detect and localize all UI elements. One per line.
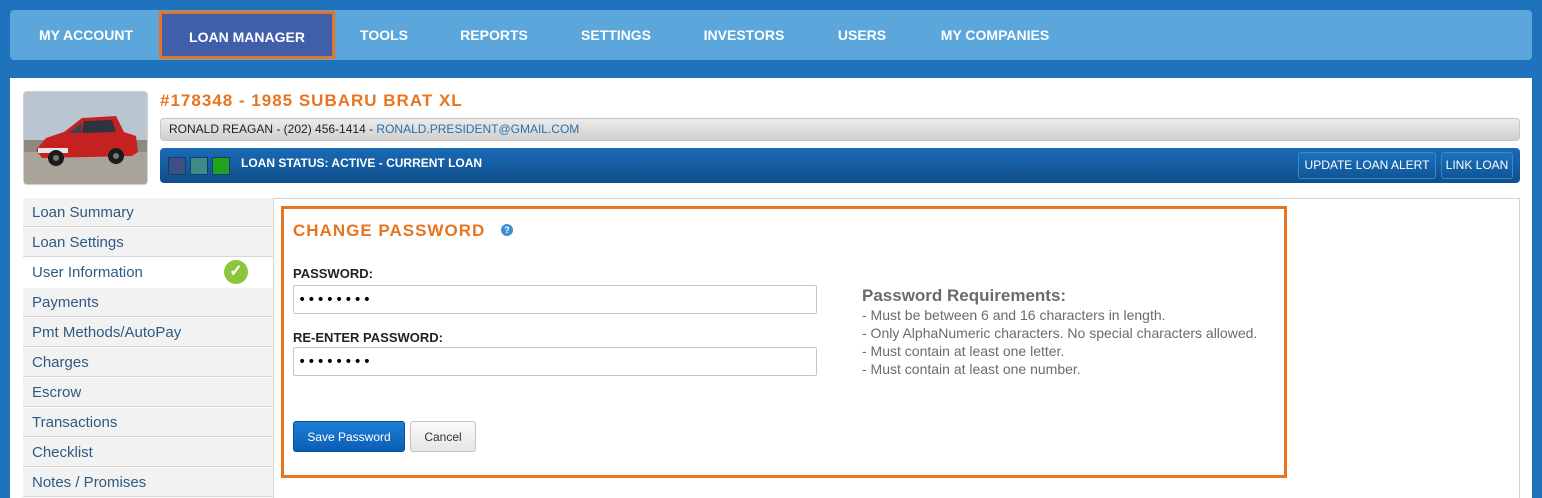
loan-status-bar: LOAN STATUS: ACTIVE - CURRENT LOAN UPDAT… <box>160 148 1520 183</box>
nav-loan-manager[interactable]: LOAN MANAGER <box>159 11 335 59</box>
borrower-email-link[interactable]: RONALD.PRESIDENT@GMAIL.COM <box>376 122 579 136</box>
sidebar-item-user-information[interactable]: User Information ✓ <box>23 258 274 287</box>
password-input[interactable] <box>293 285 817 314</box>
car-image <box>24 92 147 184</box>
sidebar-item-loan-summary[interactable]: Loan Summary <box>23 198 274 227</box>
nav-my-companies[interactable]: MY COMPANIES <box>923 10 1067 60</box>
requirement-item: - Only AlphaNumeric characters. No speci… <box>862 325 1258 341</box>
main-panel: #178348 - 1985 SUBARU BRAT XL RONALD REA… <box>10 78 1532 498</box>
loan-status-text: LOAN STATUS: ACTIVE - CURRENT LOAN <box>241 156 483 170</box>
sidebar-item-loan-settings[interactable]: Loan Settings <box>23 228 274 257</box>
vehicle-photo <box>23 91 148 185</box>
requirement-item: - Must be between 6 and 16 characters in… <box>862 307 1166 323</box>
link-loan-button[interactable]: LINK LOAN <box>1441 152 1513 179</box>
sidebar-item-payments[interactable]: Payments <box>23 288 274 317</box>
update-loan-alert-button[interactable]: UPDATE LOAN ALERT <box>1298 152 1436 179</box>
change-password-panel: CHANGE PASSWORD ? PASSWORD: RE-ENTER PAS… <box>281 206 1287 478</box>
sidebar-item-pmt-methods[interactable]: Pmt Methods/AutoPay <box>23 318 274 347</box>
sidebar-item-escrow[interactable]: Escrow <box>23 378 274 407</box>
requirement-item: - Must contain at least one number. <box>862 361 1081 377</box>
nav-my-account[interactable]: MY ACCOUNT <box>22 10 150 60</box>
requirements-title: Password Requirements: <box>862 286 1067 305</box>
status-swatch-1[interactable] <box>168 157 186 175</box>
sidebar-item-notes-promises[interactable]: Notes / Promises <box>23 468 274 497</box>
loan-title: #178348 - 1985 SUBARU BRAT XL <box>160 91 463 110</box>
top-nav: MY ACCOUNT LOAN MANAGER TOOLS REPORTS SE… <box>10 10 1532 60</box>
save-password-button[interactable]: Save Password <box>293 421 405 452</box>
nav-tools[interactable]: TOOLS <box>346 10 422 60</box>
checkmark-circle-icon: ✓ <box>224 260 248 284</box>
nav-reports[interactable]: REPORTS <box>444 10 544 60</box>
sidebar-item-label: User Information <box>32 264 143 281</box>
status-swatch-2[interactable] <box>190 157 208 175</box>
sidebar-item-checklist[interactable]: Checklist <box>23 438 274 467</box>
loan-sidebar: Loan Summary Loan Settings User Informat… <box>23 198 274 498</box>
reenter-password-label: RE-ENTER PASSWORD: <box>293 330 443 345</box>
contact-bar: RONALD REAGAN - (202) 456-1414 - RONALD.… <box>160 118 1520 141</box>
change-password-title: CHANGE PASSWORD <box>293 221 486 240</box>
reenter-password-input[interactable] <box>293 347 817 376</box>
sidebar-item-transactions[interactable]: Transactions <box>23 408 274 437</box>
nav-settings[interactable]: SETTINGS <box>567 10 665 60</box>
borrower-contact: RONALD REAGAN - (202) 456-1414 - <box>169 122 377 136</box>
content-area: CHANGE PASSWORD ? PASSWORD: RE-ENTER PAS… <box>273 198 1520 498</box>
requirement-item: - Must contain at least one letter. <box>862 343 1065 359</box>
password-label: PASSWORD: <box>293 266 373 281</box>
sidebar-item-charges[interactable]: Charges <box>23 348 274 377</box>
nav-users[interactable]: USERS <box>823 10 901 60</box>
help-icon[interactable]: ? <box>501 224 513 236</box>
status-swatch-3[interactable] <box>212 157 230 175</box>
cancel-button[interactable]: Cancel <box>410 421 476 452</box>
password-requirements: Password Requirements: - Must be between… <box>862 286 1257 378</box>
nav-investors[interactable]: INVESTORS <box>688 10 800 60</box>
